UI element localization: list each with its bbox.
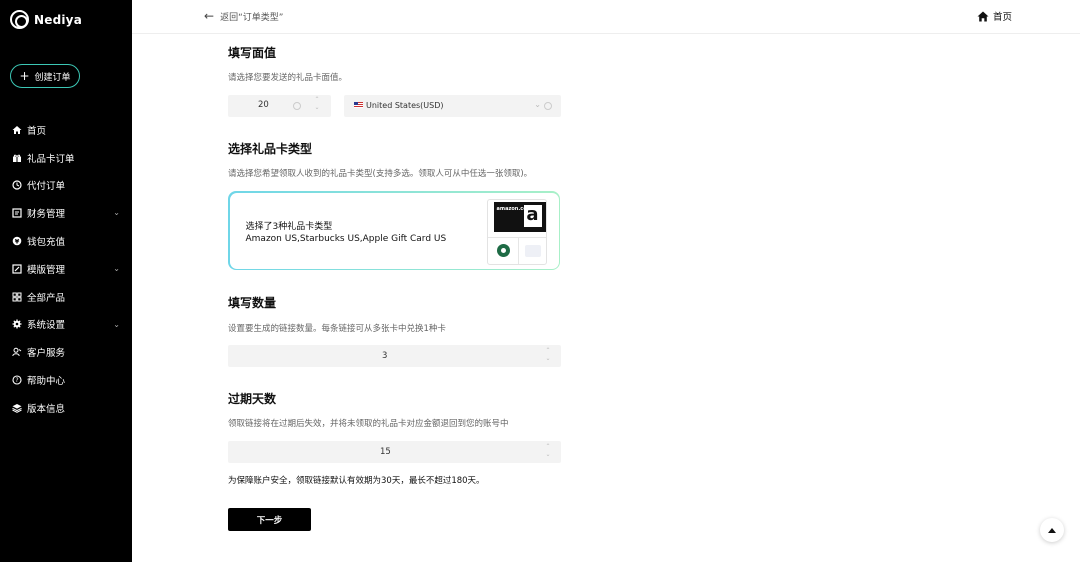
- stepper-arrows[interactable]: ⌃ ⌄: [312, 96, 322, 112]
- proxy-pay-icon: [12, 180, 22, 191]
- gear-icon: [12, 319, 22, 329]
- sidebar-item-settings[interactable]: 系统设置 ⌄: [0, 311, 132, 339]
- sidebar: Nediya + 创建订单 首页 礼品卡订单 代付订单 财务管理 ⌄ ¥ 钱包充…: [0, 0, 132, 562]
- home-icon: [12, 125, 22, 135]
- support-icon: [12, 347, 22, 357]
- amazon-logo-icon: a: [523, 204, 542, 227]
- selected-card-names: Amazon US,Starbucks US,Apple Gift Card U…: [245, 233, 447, 244]
- main-content: 填写面值 请选择您要发送的礼品卡面值。 20 ⌃ ⌄ United States(…: [132, 34, 1080, 562]
- home-icon: [977, 11, 989, 21]
- scroll-to-top-button[interactable]: [1040, 518, 1064, 542]
- amazon-card-image: amazon.com a: [493, 201, 546, 232]
- expiry-desc: 领取链接将在过期后失效，并将未领取的礼品卡对应金额退回到您的账号中: [228, 419, 509, 429]
- version-icon: [12, 403, 22, 413]
- starbucks-logo-icon: [496, 243, 510, 257]
- wallet-icon: ¥: [12, 236, 22, 246]
- help-icon: ?: [12, 375, 22, 385]
- chevron-down-icon: ⌄: [113, 263, 120, 273]
- quantity-value: 3: [382, 351, 388, 361]
- expiry-value: 15: [380, 447, 391, 457]
- us-flag-icon: [354, 102, 363, 108]
- amount-value: 20: [258, 100, 269, 110]
- gift-icon: [12, 153, 22, 163]
- gift-card-inner: 选择了3种礼品卡类型 Amazon US,Starbucks US,Apple …: [229, 192, 559, 269]
- sidebar-nav: 首页 礼品卡订单 代付订单 财务管理 ⌄ ¥ 钱包充值 模版管理 ⌄ 全部产品 …: [0, 116, 132, 422]
- face-value-title: 填写面值: [228, 46, 277, 60]
- sidebar-item-wallet[interactable]: ¥ 钱包充值: [0, 227, 132, 255]
- clear-icon[interactable]: [293, 102, 301, 110]
- selected-count-text: 选择了3种礼品卡类型: [245, 221, 333, 232]
- divider: [517, 236, 519, 264]
- sidebar-item-label: 帮助中心: [27, 376, 66, 388]
- face-value-desc: 请选择您要发送的礼品卡面值。: [228, 73, 348, 83]
- plus-icon: +: [19, 69, 30, 83]
- create-order-label: 创建订单: [34, 72, 71, 83]
- sidebar-item-products[interactable]: 全部产品: [0, 283, 132, 311]
- create-order-button[interactable]: + 创建订单: [10, 64, 80, 88]
- sidebar-item-label: 礼品卡订单: [27, 153, 75, 165]
- expiry-title: 过期天数: [228, 392, 277, 406]
- sidebar-item-proxy-orders[interactable]: 代付订单: [0, 172, 132, 200]
- sidebar-item-label: 全部产品: [27, 292, 66, 304]
- home-label: 首页: [992, 12, 1012, 23]
- apple-logo-icon: [524, 244, 541, 257]
- quantity-desc: 设置要生成的链接数量。每条链接可从多张卡中兑换1种卡: [228, 324, 446, 334]
- svg-text:¥: ¥: [15, 237, 20, 245]
- sidebar-item-label: 版本信息: [27, 403, 66, 415]
- sidebar-item-label: 钱包充值: [27, 237, 66, 249]
- sidebar-item-label: 客户服务: [27, 348, 66, 360]
- finance-icon: [12, 208, 22, 218]
- chevron-down-icon: ⌄: [113, 208, 120, 218]
- sidebar-item-templates[interactable]: 模版管理 ⌄: [0, 255, 132, 283]
- card-type-title: 选择礼品卡类型: [228, 142, 313, 156]
- next-step-button[interactable]: 下一步: [228, 508, 311, 531]
- security-note: 为保障账户安全，领取链接默认有效期为30天，最长不超过180天。: [228, 476, 485, 486]
- template-icon: [12, 264, 22, 274]
- back-link[interactable]: ← 返回“订单类型”: [204, 9, 283, 23]
- home-link[interactable]: 首页: [977, 9, 1012, 23]
- sidebar-item-label: 系统设置: [27, 320, 66, 332]
- sidebar-item-gift-orders[interactable]: 礼品卡订单: [0, 144, 132, 172]
- sidebar-item-version[interactable]: 版本信息: [0, 394, 132, 422]
- brand-name: Nediya: [34, 12, 83, 27]
- sidebar-item-finance[interactable]: 财务管理 ⌄: [0, 199, 132, 227]
- logo-icon: [10, 10, 29, 29]
- back-label: 返回“订单类型”: [220, 12, 284, 23]
- amount-stepper[interactable]: 20 ⌃ ⌄: [228, 95, 331, 117]
- chevron-down-icon: ⌄: [534, 100, 541, 109]
- sidebar-item-label: 代付订单: [27, 181, 66, 193]
- currency-select[interactable]: United States(USD) ⌄: [344, 95, 561, 117]
- arrow-left-icon: ←: [204, 9, 215, 23]
- svg-text:?: ?: [15, 377, 18, 384]
- quantity-title: 填写数量: [228, 296, 277, 310]
- clear-icon[interactable]: [544, 102, 552, 110]
- sidebar-item-support[interactable]: 客户服务: [0, 338, 132, 366]
- quantity-stepper[interactable]: 3 ⌃ ⌄: [228, 345, 561, 367]
- stepper-arrows[interactable]: ⌃ ⌄: [543, 347, 553, 363]
- sidebar-item-label: 首页: [27, 125, 47, 137]
- card-type-desc: 请选择您希望领取人收到的礼品卡类型(支持多选。领取人可从中任选一张领取)。: [228, 169, 533, 179]
- sidebar-item-help[interactable]: ? 帮助中心: [0, 366, 132, 394]
- arrow-up-icon: [1048, 527, 1056, 533]
- products-icon: [12, 292, 22, 302]
- sidebar-item-label: 财务管理: [27, 209, 66, 221]
- gift-card-thumbnails: amazon.com a: [486, 198, 547, 265]
- currency-value: United States(USD): [366, 101, 444, 110]
- gift-card-selector[interactable]: 选择了3种礼品卡类型 Amazon US,Starbucks US,Apple …: [228, 191, 560, 270]
- chevron-down-icon: ⌄: [113, 319, 120, 329]
- sidebar-item-label: 模版管理: [27, 264, 66, 276]
- stepper-arrows[interactable]: ⌃ ⌄: [543, 443, 553, 459]
- brand-logo[interactable]: Nediya: [10, 10, 82, 29]
- top-bar: ← 返回“订单类型” 首页: [132, 0, 1080, 34]
- expiry-stepper[interactable]: 15 ⌃ ⌄: [228, 441, 561, 463]
- sidebar-item-home[interactable]: 首页: [0, 116, 132, 144]
